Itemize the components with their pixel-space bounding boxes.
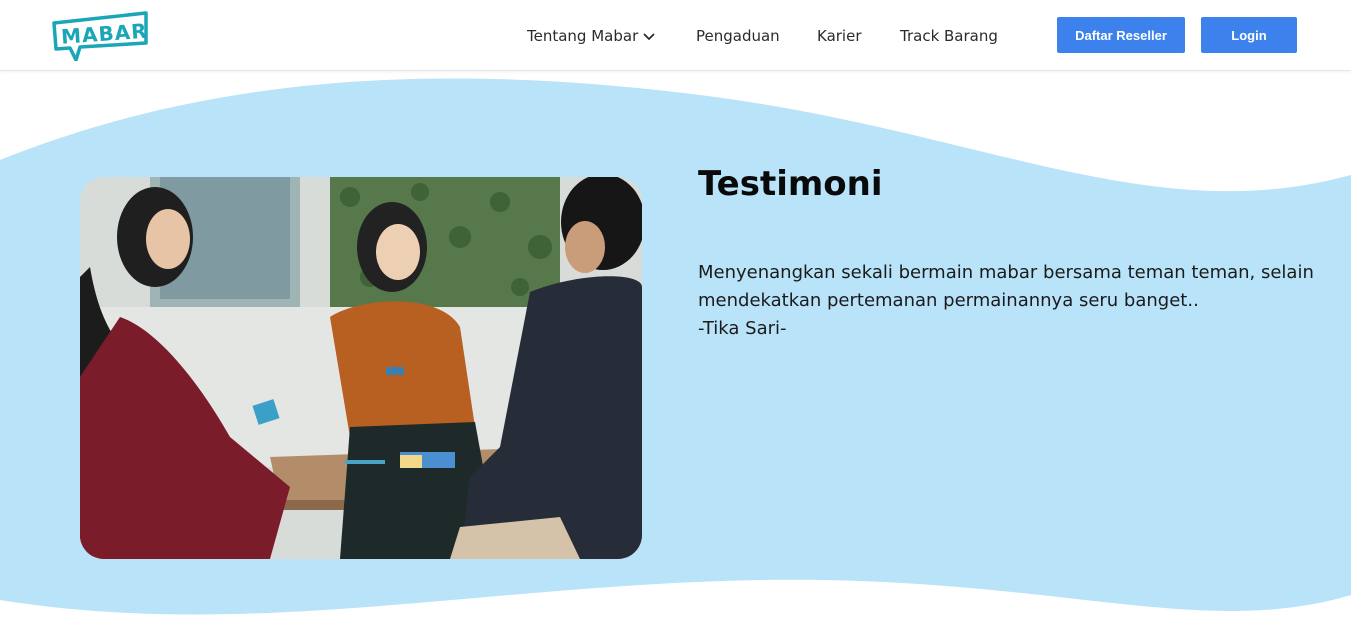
nav-pengaduan[interactable]: Pengaduan	[696, 25, 780, 47]
chevron-down-icon	[643, 33, 655, 41]
nav-label: Tentang Mabar	[527, 27, 639, 45]
nav-label: Pengaduan	[696, 27, 780, 45]
testimonial-title: Testimoni	[698, 164, 883, 204]
login-button[interactable]: Login	[1201, 17, 1297, 53]
nav-karier[interactable]: Karier	[817, 25, 862, 47]
nav-tentang-mabar[interactable]: Tentang Mabar	[527, 25, 656, 47]
daftar-reseller-button[interactable]: Daftar Reseller	[1057, 17, 1185, 53]
testimonial-line: Menyenangkan sekali bermain mabar bersam…	[698, 262, 1314, 283]
mabar-logo[interactable]: MABAR	[52, 11, 148, 62]
testimonial-photo	[80, 177, 642, 559]
testimonial-line: mendekatkan pertemanan permainannya seru…	[698, 290, 1199, 311]
nav-track-barang[interactable]: Track Barang	[900, 25, 998, 47]
nav-label: Track Barang	[900, 27, 998, 45]
nav-label: Karier	[817, 27, 862, 45]
testimonial-quote: Menyenangkan sekali bermain mabar bersam…	[698, 259, 1314, 343]
testimonial-author: -Tika Sari-	[698, 318, 787, 339]
site-header: MABAR Tentang Mabar Pengaduan Karier Tra…	[0, 0, 1351, 71]
